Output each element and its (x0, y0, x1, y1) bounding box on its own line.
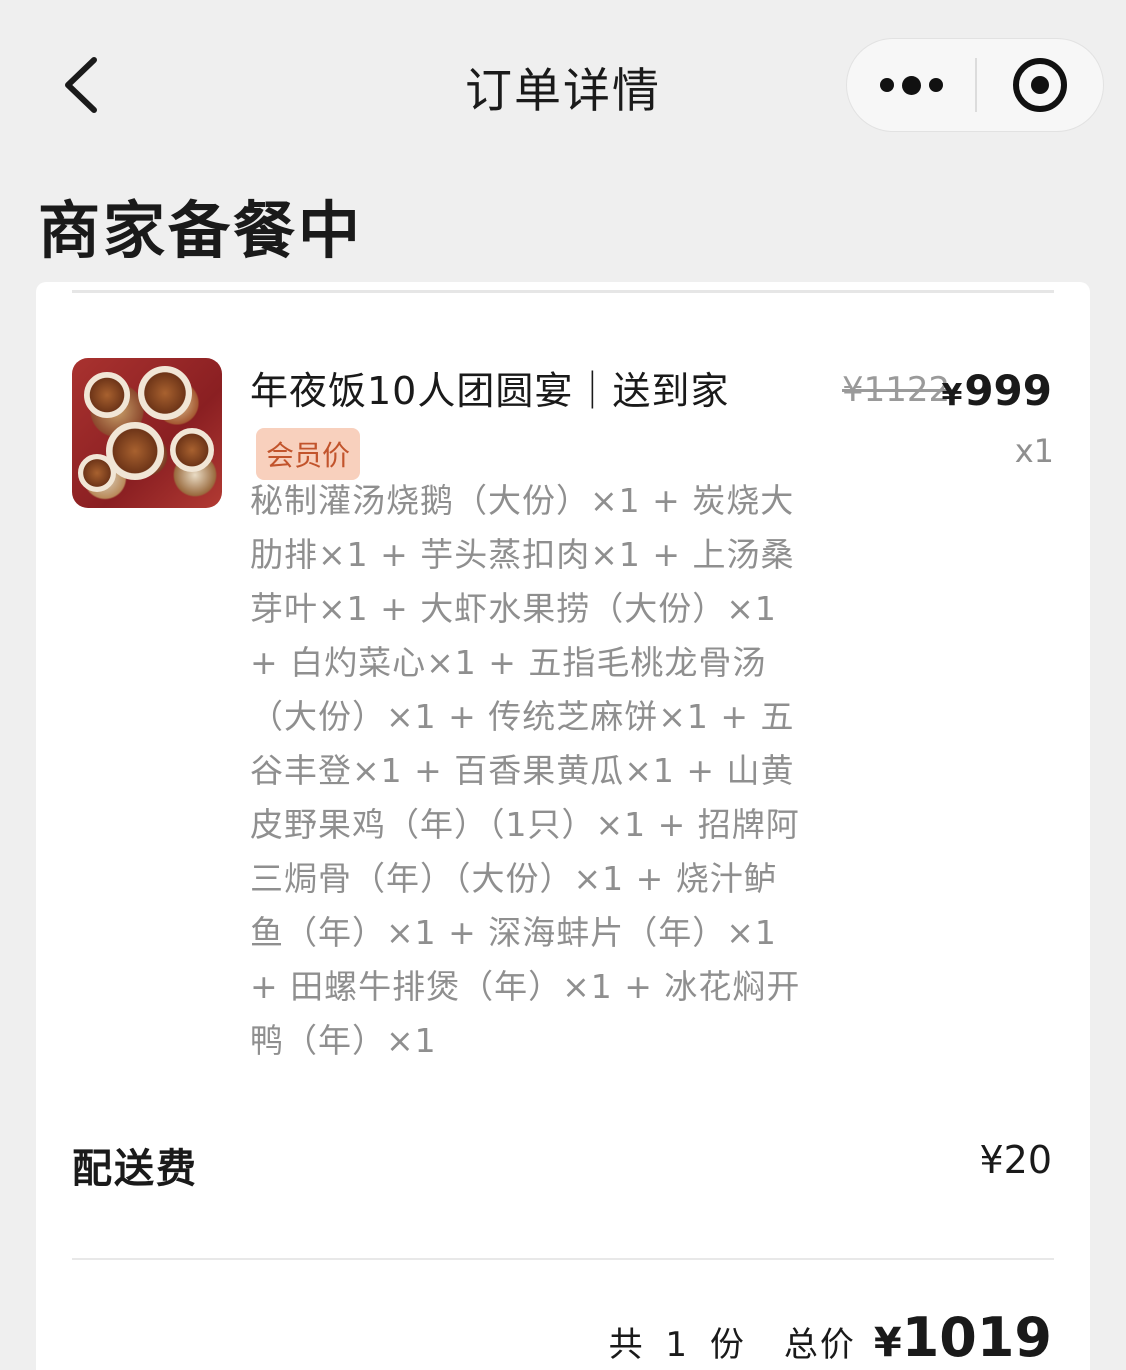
product-image[interactable] (72, 358, 222, 508)
close-button[interactable] (977, 39, 1103, 131)
more-dots-icon (879, 78, 894, 92)
more-button[interactable] (847, 39, 975, 131)
total-label: 总价 (783, 1325, 856, 1365)
divider (72, 1258, 1054, 1260)
target-close-icon (1013, 58, 1067, 112)
product-name: 年夜饭10人团圆宴｜送到家 (250, 369, 730, 413)
original-price: ¥1122 (842, 370, 951, 410)
price-value: 999 (964, 366, 1052, 415)
item-count: 共 1 份 (608, 1325, 750, 1365)
navigation-bar: 订单详情 (0, 0, 1126, 170)
order-status: 商家备餐中 (38, 194, 364, 267)
item-quantity: x1 (1014, 432, 1054, 470)
product-description: 秘制灌汤烧鹅（大份）×1 + 炭烧大肋排×1 + 芋头蒸扣肉×1 + 上汤桑芽叶… (250, 481, 801, 1060)
delivery-fee-label: 配送费 (72, 1146, 198, 1192)
divider (72, 290, 1054, 293)
currency-symbol: ¥ (941, 378, 963, 413)
member-price-badge: 会员价 (256, 428, 361, 480)
order-summary: 共 1 份 总价 ¥ 1019 (609, 1306, 1052, 1369)
mini-program-capsule (846, 38, 1104, 132)
order-card: 年夜饭10人团圆宴｜送到家 会员价 秘制灌汤烧鹅（大份）×1 + 炭烧大肋排×1… (36, 282, 1090, 1370)
current-price: ¥999 (941, 366, 1052, 415)
total-price: 1019 (901, 1306, 1052, 1369)
delivery-fee-value: ¥20 (979, 1138, 1052, 1182)
total-currency-symbol: ¥ (873, 1320, 902, 1366)
